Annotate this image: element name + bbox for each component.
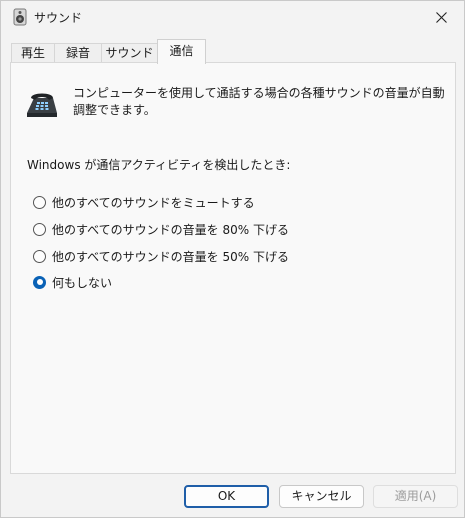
panel-description: コンピューターを使用して通話する場合の各種サウンドの音量が自動調整できます。 [73, 86, 445, 117]
close-button[interactable] [418, 1, 464, 33]
option-reduce-80[interactable]: 他のすべてのサウンドの音量を 80% 下げる [33, 220, 289, 238]
sound-dialog: サウンド 再生 録音 サウンド 通信 コンピューターを使用して通話する場合の各種… [0, 0, 465, 518]
ok-button[interactable]: OK [184, 485, 269, 508]
option-label: 他のすべてのサウンドをミュートする [52, 195, 255, 210]
cancel-button[interactable]: キャンセル [279, 485, 364, 508]
option-label: 何もしない [52, 275, 113, 290]
title-bar: サウンド [1, 1, 464, 33]
speaker-icon [13, 8, 27, 26]
radio-button[interactable] [33, 195, 46, 209]
close-icon [435, 11, 447, 23]
communications-panel: コンピューターを使用して通話する場合の各種サウンドの音量が自動調整できます。 W… [10, 62, 456, 474]
tab-recording[interactable]: 録音 [54, 43, 102, 63]
option-label: 他のすべてのサウンドの音量を 80% 下げる [52, 222, 289, 237]
radio-button-selected[interactable] [33, 275, 46, 289]
radio-button[interactable] [33, 222, 46, 236]
tab-communications[interactable]: 通信 [157, 39, 206, 64]
apply-button[interactable]: 適用(A) [373, 485, 458, 508]
detection-label: Windows が通信アクティビティを検出したとき: [27, 158, 291, 172]
option-label: 他のすべてのサウンドの音量を 50% 下げる [52, 249, 289, 264]
tab-sounds[interactable]: サウンド [101, 43, 158, 63]
option-reduce-50[interactable]: 他のすべてのサウンドの音量を 50% 下げる [33, 247, 289, 265]
option-do-nothing[interactable]: 何もしない [33, 273, 112, 291]
telephone-icon [27, 93, 57, 117]
window-title: サウンド [34, 11, 83, 25]
tab-playback[interactable]: 再生 [11, 43, 55, 63]
option-mute-all[interactable]: 他のすべてのサウンドをミュートする [33, 193, 255, 211]
radio-button[interactable] [33, 249, 46, 263]
